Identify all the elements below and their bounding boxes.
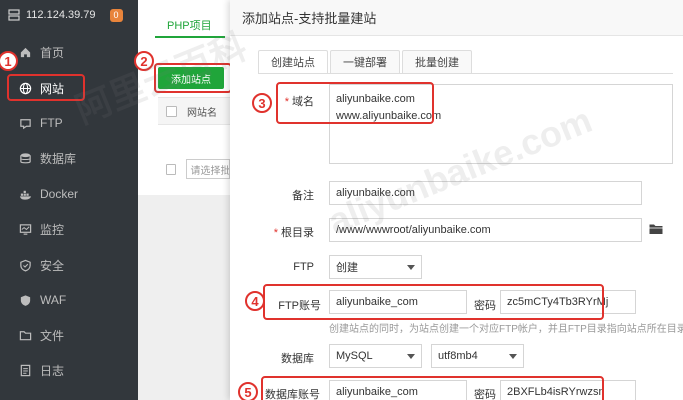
sidebar-item-security[interactable]: 安全 <box>0 252 138 278</box>
sidebar-item-label: 首页 <box>40 45 65 60</box>
sidebar-item-docker[interactable]: Docker <box>0 181 138 207</box>
server-header: 112.124.39.79 0 <box>0 0 138 30</box>
select-all-checkbox[interactable] <box>166 105 177 117</box>
highlight-box-domain <box>276 82 434 124</box>
chevron-down-icon <box>407 265 415 270</box>
chevron-down-icon <box>407 354 415 359</box>
add-site-dialog: 添加站点-支持批量建站 创建站点 一键部署 批量创建 * 域名 aliyunbai… <box>230 0 683 400</box>
site-table-header: 网站名 <box>158 97 230 125</box>
step-number-3: 3 <box>252 93 272 113</box>
sidebar-item-label: 文件 <box>40 328 65 343</box>
sidebar-item-database[interactable]: 数据库 <box>0 145 138 171</box>
notification-badge[interactable]: 0 <box>109 8 123 22</box>
highlight-box-add-site <box>154 63 232 93</box>
sidebar-item-files[interactable]: 文件 <box>0 322 138 348</box>
sidebar-item-ftp[interactable]: FTP <box>0 110 138 136</box>
sidebar-item-home[interactable]: 首页 <box>0 39 138 65</box>
sidebar-item-label: 日志 <box>40 363 65 378</box>
row-checkbox[interactable] <box>166 163 176 175</box>
sidebar-item-waf[interactable]: WAF <box>0 287 138 313</box>
remark-input[interactable]: aliyunbaike.com <box>329 181 642 205</box>
batch-action-row: 请选择批 <box>158 156 230 182</box>
sidebar-item-logs[interactable]: 日志 <box>0 357 138 383</box>
ftp-hint-text: 创建站点的同时，为站点创建一个对应FTP帐户，并且FTP目录指向站点所在目录。 <box>329 324 683 335</box>
waf-icon <box>18 293 32 307</box>
tab-create-site[interactable]: 创建站点 <box>258 50 328 74</box>
docker-icon <box>18 187 32 201</box>
ftp-icon <box>18 116 32 130</box>
step-number-1: 1 <box>0 51 18 71</box>
site-list-panel: PHP项目 添加站点 2 网站名 请选择批 <box>134 0 232 400</box>
step-number-5: 5 <box>238 382 258 400</box>
root-dir-label: * 根目录 <box>273 227 314 239</box>
home-icon <box>18 45 32 59</box>
shield-icon <box>18 258 32 272</box>
dialog-tabs: 创建站点 一键部署 批量创建 <box>258 50 474 74</box>
folder-icon[interactable] <box>649 223 663 235</box>
batch-action-select[interactable]: 请选择批 <box>185 159 230 179</box>
sidebar-item-label: WAF <box>40 293 67 307</box>
root-dir-input[interactable]: /www/wwwroot/aliyunbaike.com <box>329 218 642 242</box>
remark-label: 备注 <box>292 190 314 202</box>
tab-batch-create[interactable]: 批量创建 <box>402 50 472 74</box>
highlight-box-ftp <box>263 284 604 320</box>
database-label: 数据库 <box>281 353 314 365</box>
sidebar-item-label: FTP <box>40 116 63 130</box>
sidebar-item-label: Docker <box>40 187 79 201</box>
highlight-box-website <box>7 74 85 101</box>
database-charset-select[interactable]: utf8mb4 <box>431 344 524 368</box>
sidebar-item-monitor[interactable]: 监控 <box>0 216 138 242</box>
step-number-2: 2 <box>134 51 154 71</box>
highlight-box-database <box>261 376 604 400</box>
server-icon <box>8 9 20 21</box>
sidebar-item-label: 监控 <box>40 222 65 237</box>
step-number-4: 4 <box>245 291 265 311</box>
chevron-down-icon <box>509 354 517 359</box>
tabs-divider <box>258 73 673 74</box>
sidebar-item-label: 安全 <box>40 258 65 273</box>
database-icon <box>18 151 32 165</box>
log-icon <box>18 363 32 377</box>
required-mark: * <box>273 227 278 239</box>
database-type-select[interactable]: MySQL <box>329 344 422 368</box>
sidebar: 112.124.39.79 0 首页 网站 FTP 数据库 Docker 监控 … <box>0 0 138 400</box>
ftp-select[interactable]: 创建 <box>329 255 422 279</box>
tab-php-project[interactable]: PHP项目 <box>155 14 225 38</box>
monitor-icon <box>18 222 32 236</box>
ftp-label: FTP <box>293 261 314 273</box>
tab-one-click-deploy[interactable]: 一键部署 <box>330 50 400 74</box>
server-ip: 112.124.39.79 <box>26 9 96 21</box>
column-site-name: 网站名 <box>187 107 217 119</box>
sidebar-item-label: 数据库 <box>40 151 77 166</box>
panel-footer-area <box>138 195 230 400</box>
file-icon <box>18 328 32 342</box>
dialog-title: 添加站点-支持批量建站 <box>230 0 683 36</box>
